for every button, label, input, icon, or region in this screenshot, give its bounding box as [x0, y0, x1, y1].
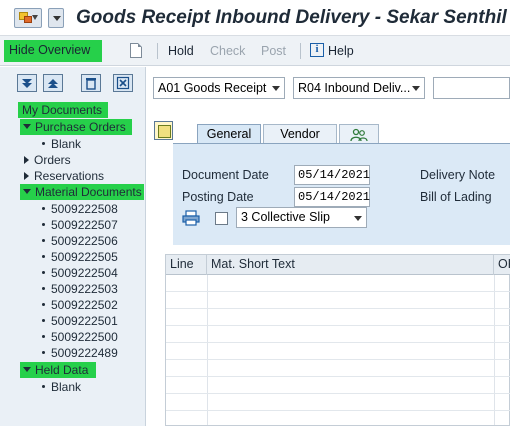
expand-arrow-icon	[23, 189, 31, 194]
table-row[interactable]	[166, 395, 510, 411]
tree-leaf-mat-doc[interactable]: 5009222508	[42, 201, 118, 217]
title-bar: Goods Receipt Inbound Delivery - Sekar S…	[0, 0, 510, 36]
tree-leaf-po-blank[interactable]: Blank	[42, 136, 81, 152]
collapse-arrow-icon	[24, 156, 29, 164]
table-row[interactable]	[166, 310, 510, 326]
reference-document-select[interactable]: R04 Inbound Deliv...	[293, 77, 425, 99]
posting-date-label: Posting Date	[182, 190, 254, 204]
tree-leaf-mat-doc[interactable]: 5009222502	[42, 297, 118, 313]
tab-general[interactable]: General	[197, 124, 261, 144]
expand-all-icon[interactable]	[17, 74, 37, 92]
overview-toolbar	[0, 67, 146, 99]
column-header-mat-short-text[interactable]: Mat. Short Text	[207, 255, 494, 275]
collapse-all-icon[interactable]	[43, 74, 63, 92]
people-icon	[350, 128, 368, 142]
chevron-down-icon	[354, 216, 362, 221]
item-table: Line Mat. Short Text OK	[165, 254, 510, 426]
check-button[interactable]: Check	[210, 44, 245, 58]
hide-overview-button[interactable]: Hide Overview	[4, 40, 103, 62]
tree-node-material-documents[interactable]: Material Documents	[20, 184, 144, 200]
column-header-line[interactable]: Line	[166, 255, 207, 275]
detail-toggle-icon[interactable]	[154, 121, 173, 140]
chevron-down-icon	[412, 86, 420, 91]
table-row[interactable]	[166, 361, 510, 377]
tree-leaf-mat-doc[interactable]: 5009222503	[42, 281, 118, 297]
tree-leaf-mat-doc[interactable]: 5009222505	[42, 249, 118, 265]
toolbar-separator	[157, 43, 158, 59]
column-header-ok[interactable]: OK	[494, 255, 510, 275]
tab-vendor[interactable]: Vendor	[263, 124, 337, 144]
tree-leaf-held-blank[interactable]: Blank	[42, 379, 81, 395]
tree-leaf-mat-doc[interactable]: 5009222500	[42, 329, 118, 345]
system-menu-button[interactable]	[48, 8, 64, 28]
main-content: A01 Goods Receipt R04 Inbound Deliv... G…	[147, 67, 510, 426]
new-document-icon[interactable]	[130, 43, 142, 58]
expand-arrow-icon	[23, 367, 31, 372]
tree-leaf-mat-doc[interactable]: 5009222506	[42, 233, 118, 249]
document-number-input[interactable]	[433, 77, 510, 99]
table-row[interactable]	[166, 378, 510, 394]
hold-button[interactable]: Hold	[168, 44, 194, 58]
info-icon[interactable]: i	[310, 43, 324, 57]
tree-node-orders[interactable]: Orders	[24, 152, 71, 168]
application-toolbar: Hide Overview Hold Check Post i Help	[0, 36, 510, 66]
posting-date-field[interactable]: 05/14/2021	[294, 187, 370, 207]
bill-of-lading-label: Bill of Lading	[420, 190, 492, 204]
tab-partners[interactable]	[339, 124, 379, 144]
table-row[interactable]	[166, 327, 510, 343]
tree-leaf-mat-doc[interactable]: 5009222489	[42, 345, 118, 361]
table-header: Line Mat. Short Text OK	[166, 255, 510, 275]
print-checkbox[interactable]	[215, 212, 228, 225]
toolbar-separator	[300, 43, 301, 59]
collapse-arrow-icon	[24, 172, 29, 180]
tree-leaf-mat-doc[interactable]: 5009222501	[42, 313, 118, 329]
tree-leaf-mat-doc[interactable]: 5009222507	[42, 217, 118, 233]
help-button[interactable]: Help	[328, 44, 354, 58]
close-icon[interactable]	[113, 74, 133, 92]
window-title: Goods Receipt Inbound Delivery - Sekar S…	[76, 7, 507, 28]
tree-leaf-mat-doc[interactable]: 5009222504	[42, 265, 118, 281]
document-date-label: Document Date	[182, 168, 269, 182]
tree-node-reservations[interactable]: Reservations	[24, 168, 104, 184]
transaction-select[interactable]: A01 Goods Receipt	[153, 77, 285, 99]
printer-icon[interactable]	[182, 210, 200, 226]
documents-overview-panel: My Documents Purchase Orders Blank Order…	[0, 67, 146, 426]
sap-menu-icon[interactable]	[14, 8, 42, 28]
table-row[interactable]	[166, 276, 510, 292]
chevron-down-icon	[272, 86, 280, 91]
trash-icon[interactable]	[81, 74, 101, 92]
expand-arrow-icon	[23, 124, 31, 129]
delivery-note-label: Delivery Note	[420, 168, 496, 182]
document-date-field[interactable]: 05/14/2021	[294, 165, 370, 185]
print-version-select[interactable]: 3 Collective Slip	[236, 207, 367, 228]
tree-node-purchase-orders[interactable]: Purchase Orders	[20, 119, 132, 135]
table-row[interactable]	[166, 344, 510, 360]
post-button[interactable]: Post	[261, 44, 286, 58]
general-tab-panel: Document Date 05/14/2021 Delivery Note P…	[173, 144, 510, 245]
table-row[interactable]	[166, 293, 510, 309]
tree-node-held-data[interactable]: Held Data	[20, 362, 97, 378]
tree-node-my-documents[interactable]: My Documents	[18, 102, 109, 118]
